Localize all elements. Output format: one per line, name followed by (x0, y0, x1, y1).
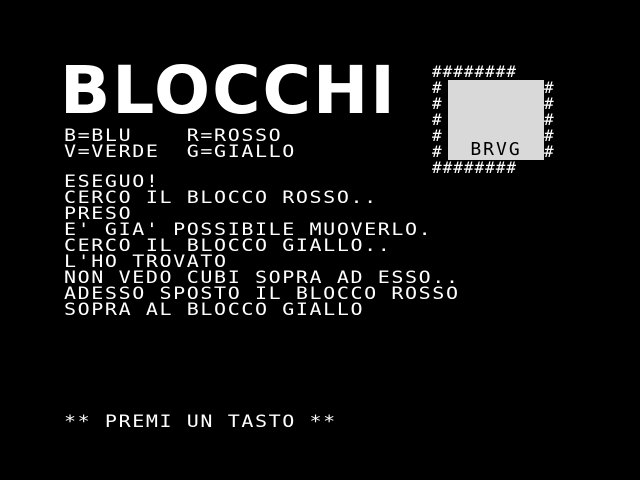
log-line: CERCO IL BLOCCO ROSSO.. (64, 186, 378, 207)
log-line: SOPRA AL BLOCCO GIALLO (64, 298, 365, 319)
press-key-prompt[interactable]: ** PREMI UN TASTO ** (64, 412, 337, 429)
border-top: ######## (432, 62, 518, 81)
color-legend: B=BLU R=ROSSO V=VERDE G=GIALLO (64, 124, 296, 161)
log-line: ADESSO SPOSTO IL BLOCCO ROSSO (64, 282, 460, 303)
log-line: E' GIA' POSSIBILE MUOVERLO. (64, 218, 433, 239)
log-line: NON VEDO CUBI SOPRA AD ESSO.. (64, 266, 460, 287)
legend-row-2: V=VERDE G=GIALLO (64, 140, 296, 161)
legend-row-1: B=BLU R=ROSSO (64, 124, 283, 145)
log-line: ESEGUO! (64, 170, 160, 191)
block-label: BRVG (470, 139, 522, 160)
action-log: ESEGUO! CERCO IL BLOCCO ROSSO.. PRESO E'… (64, 170, 460, 319)
log-line: L'HO TROVATO (64, 250, 228, 271)
border-left: # # # # # (432, 78, 442, 161)
log-line: CERCO IL BLOCCO GIALLO.. (64, 234, 392, 255)
game-screen[interactable]: BLOCCHI B=BLU R=ROSSO V=VERDE G=GIALLO #… (0, 0, 640, 480)
block-stack-graphic: ######## # # # # # # # # # # BRVG ######## (432, 64, 560, 176)
log-line: PRESO (64, 202, 133, 223)
game-title: BLOCCHI (60, 52, 397, 129)
